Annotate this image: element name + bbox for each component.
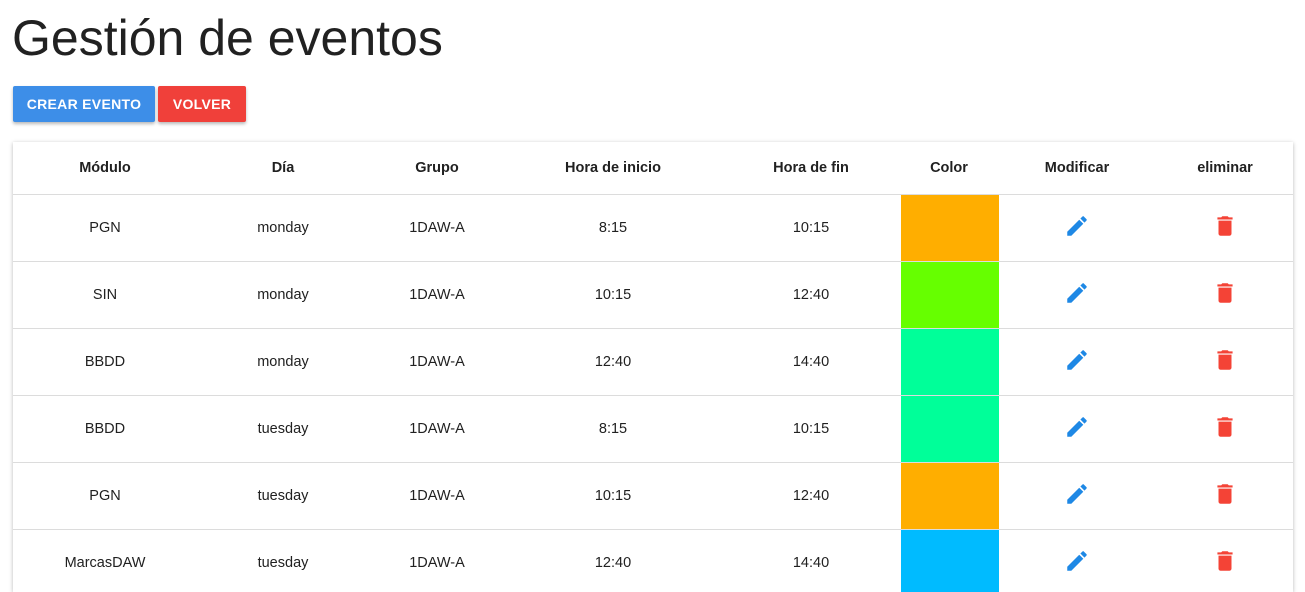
events-table: Módulo Día Grupo Hora de inicio Hora de … [13,142,1293,592]
events-table-card: Módulo Día Grupo Hora de inicio Hora de … [13,142,1293,592]
cell-color [901,261,997,328]
cell-hora-fin: 12:40 [721,261,901,328]
cell-dia: tuesday [197,462,369,529]
color-swatch [901,396,999,462]
cell-grupo: 1DAW-A [369,194,505,261]
cell-modificar [997,529,1157,592]
cell-eliminar [1157,395,1293,462]
cell-hora-inicio: 8:15 [505,194,721,261]
header-modificar: Modificar [997,142,1157,194]
cell-modulo: PGN [13,462,197,529]
pencil-icon[interactable] [1064,481,1090,507]
cell-grupo: 1DAW-A [369,462,505,529]
cell-modificar [997,261,1157,328]
cell-grupo: 1DAW-A [369,529,505,592]
color-swatch [901,195,999,261]
cell-grupo: 1DAW-A [369,328,505,395]
trash-icon[interactable] [1212,414,1238,440]
cell-hora-inicio: 12:40 [505,328,721,395]
pencil-icon[interactable] [1064,280,1090,306]
cell-modificar [997,194,1157,261]
header-color: Color [901,142,997,194]
table-row: SIN monday 1DAW-A 10:15 12:40 [13,261,1293,328]
pencil-icon[interactable] [1064,347,1090,373]
header-hora-fin: Hora de fin [721,142,901,194]
cell-modificar [997,462,1157,529]
cell-dia: monday [197,328,369,395]
cell-modulo: MarcasDAW [13,529,197,592]
pencil-icon[interactable] [1064,548,1090,574]
cell-modulo: BBDD [13,395,197,462]
cell-hora-inicio: 8:15 [505,395,721,462]
cell-eliminar [1157,194,1293,261]
trash-icon[interactable] [1212,481,1238,507]
cell-hora-fin: 10:15 [721,395,901,462]
cell-grupo: 1DAW-A [369,261,505,328]
trash-icon[interactable] [1212,280,1238,306]
trash-icon[interactable] [1212,548,1238,574]
cell-modulo: PGN [13,194,197,261]
cell-dia: tuesday [197,395,369,462]
cell-color [901,328,997,395]
cell-hora-fin: 10:15 [721,194,901,261]
trash-icon[interactable] [1212,213,1238,239]
table-row: PGN tuesday 1DAW-A 10:15 12:40 [13,462,1293,529]
table-row: MarcasDAW tuesday 1DAW-A 12:40 14:40 [13,529,1293,592]
cell-eliminar [1157,261,1293,328]
cell-hora-inicio: 12:40 [505,529,721,592]
color-swatch [901,329,999,395]
cell-modificar [997,328,1157,395]
back-button[interactable]: VOLVER [158,86,246,122]
trash-icon[interactable] [1212,347,1238,373]
cell-dia: tuesday [197,529,369,592]
cell-grupo: 1DAW-A [369,395,505,462]
table-row: PGN monday 1DAW-A 8:15 10:15 [13,194,1293,261]
cell-eliminar [1157,529,1293,592]
cell-color [901,395,997,462]
cell-eliminar [1157,462,1293,529]
cell-dia: monday [197,261,369,328]
cell-modulo: SIN [13,261,197,328]
cell-modificar [997,395,1157,462]
header-hora-inicio: Hora de inicio [505,142,721,194]
cell-hora-inicio: 10:15 [505,261,721,328]
color-swatch [901,262,999,328]
cell-color [901,529,997,592]
cell-hora-fin: 12:40 [721,462,901,529]
table-header-row: Módulo Día Grupo Hora de inicio Hora de … [13,142,1293,194]
header-grupo: Grupo [369,142,505,194]
table-body: PGN monday 1DAW-A 8:15 10:15 SIN monday … [13,194,1293,592]
cell-modulo: BBDD [13,328,197,395]
cell-color [901,194,997,261]
cell-eliminar [1157,328,1293,395]
cell-hora-fin: 14:40 [721,328,901,395]
pencil-icon[interactable] [1064,213,1090,239]
create-event-button[interactable]: CREAR EVENTO [13,86,155,122]
page-title: Gestión de eventos [12,8,443,68]
table-row: BBDD tuesday 1DAW-A 8:15 10:15 [13,395,1293,462]
color-swatch [901,530,999,592]
header-modulo: Módulo [13,142,197,194]
header-eliminar: eliminar [1157,142,1293,194]
header-dia: Día [197,142,369,194]
cell-color [901,462,997,529]
cell-dia: monday [197,194,369,261]
table-row: BBDD monday 1DAW-A 12:40 14:40 [13,328,1293,395]
pencil-icon[interactable] [1064,414,1090,440]
cell-hora-fin: 14:40 [721,529,901,592]
cell-hora-inicio: 10:15 [505,462,721,529]
color-swatch [901,463,999,529]
